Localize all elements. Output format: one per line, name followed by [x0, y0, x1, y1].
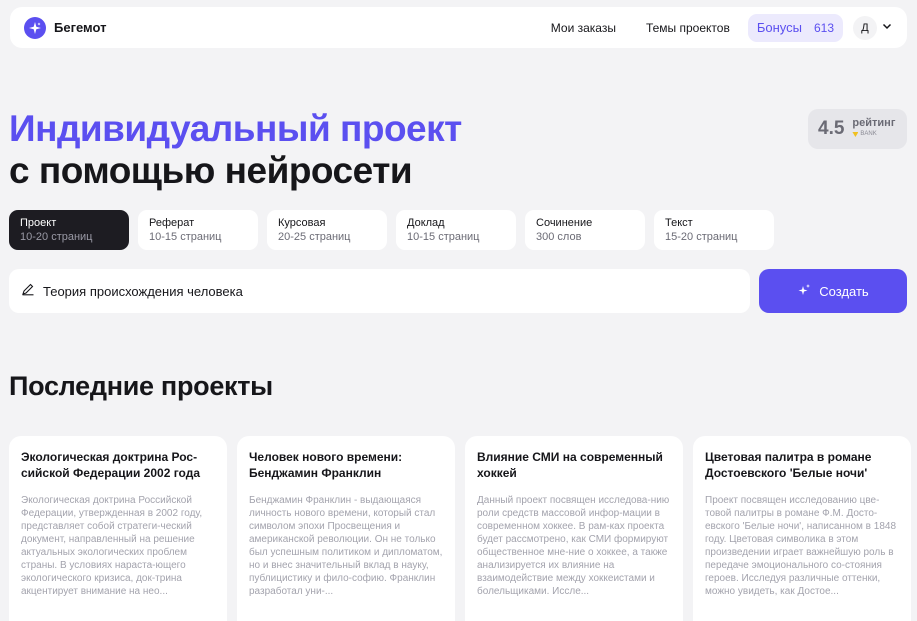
type-tab-meta: 20-25 страниц [278, 231, 351, 243]
topic-field [9, 269, 750, 313]
create-button-label: Создать [819, 283, 869, 299]
type-tab-meta: 10-15 страниц [149, 231, 222, 243]
type-tab-composition[interactable]: Сочинение 300 слов [525, 210, 645, 250]
type-tab-name: Реферат [149, 217, 195, 229]
nav-my-orders[interactable]: Мои заказы [551, 21, 616, 35]
project-card[interactable]: Влияние СМИ на современный хоккей Данный… [465, 436, 683, 621]
type-tab-report[interactable]: Доклад 10-15 страниц [396, 210, 516, 250]
bonus-count: 613 [813, 20, 834, 35]
project-card-description: Данный проект посвящен исследова-нию рол… [477, 495, 670, 597]
type-tab-coursework[interactable]: Курсовая 20-25 страниц [267, 210, 387, 250]
rating-label: рейтинг [852, 117, 896, 129]
type-tab-name: Сочинение [536, 217, 593, 229]
project-card-description: Экологическая доктрина Российской Федера… [21, 495, 203, 597]
type-tab-meta: 10-20 страниц [20, 231, 93, 243]
type-tab-name: Текст [665, 217, 693, 229]
rating-value: 4.5 [818, 118, 845, 139]
rating-source: BANK [852, 129, 895, 140]
rating-source-label: BANK [860, 131, 877, 137]
project-card-description: Бенджамин Франклин - выдающаяся личность… [249, 495, 443, 597]
page-title-accent: Индивидуальный проект [9, 108, 462, 149]
type-tab-text[interactable]: Текст 15-20 страниц [654, 210, 774, 250]
type-tab-meta: 300 слов [536, 231, 582, 243]
project-card-title: Человек нового времени: Бенджамин Франкл… [249, 450, 403, 480]
bonus-button[interactable]: Бонусы 613 [747, 13, 843, 42]
project-card-description: Проект посвящен исследованию цве-товой п… [705, 495, 897, 597]
sparkle-icon [797, 283, 811, 300]
project-card-title: Влияние СМИ на современный хоккей [477, 450, 663, 480]
top-header: Бегемот Мои заказы Темы проектов Бонусы … [10, 7, 907, 48]
project-card[interactable]: Цветовая палитра в романе Достоевского '… [693, 436, 911, 621]
rating-badge: 4.5 рейтинг BANK [808, 109, 907, 149]
type-tab-project[interactable]: Проект 10-20 страниц [9, 210, 129, 250]
work-type-tabs: Проект 10-20 страниц Реферат 10-15 стран… [9, 210, 774, 250]
avatar: Д [853, 15, 877, 40]
type-tab-essay[interactable]: Реферат 10-15 страниц [138, 210, 258, 250]
main-nav: Мои заказы Темы проектов Бонусы 613 Д [551, 13, 893, 42]
sparkle-logo-icon [24, 16, 46, 39]
type-tab-name: Проект [20, 217, 57, 229]
topic-input[interactable] [43, 283, 738, 299]
logo[interactable]: Бегемот [24, 16, 107, 39]
logo-text: Бегемот [54, 20, 107, 35]
recent-projects-list: Экологическая доктрина Рос-сийской Федер… [9, 436, 911, 621]
project-card[interactable]: Человек нового времени: Бенджамин Франкл… [237, 436, 455, 621]
nav-project-topics[interactable]: Темы проектов [646, 21, 730, 35]
type-tab-name: Доклад [407, 217, 445, 229]
type-tab-name: Курсовая [278, 217, 326, 229]
type-tab-meta: 15-20 страниц [665, 231, 738, 243]
project-card[interactable]: Экологическая доктрина Рос-сийской Федер… [9, 436, 227, 621]
bank-logo-icon [852, 132, 859, 137]
project-card-title: Экологическая доктрина Рос-сийской Федер… [21, 450, 200, 480]
page-title: Индивидуальный проект с помощью нейросет… [9, 108, 462, 192]
create-button[interactable]: Создать [759, 269, 907, 313]
profile-menu[interactable]: Д [853, 15, 893, 40]
chevron-down-icon [881, 19, 893, 37]
bonus-label: Бонусы [756, 20, 802, 35]
recent-projects-title: Последние проекты [9, 371, 273, 401]
page-title-main: с помощью нейросети [9, 150, 413, 191]
type-tab-meta: 10-15 страниц [407, 231, 480, 243]
project-card-title: Цветовая палитра в романе Достоевского '… [705, 450, 872, 480]
pencil-icon [21, 282, 35, 301]
